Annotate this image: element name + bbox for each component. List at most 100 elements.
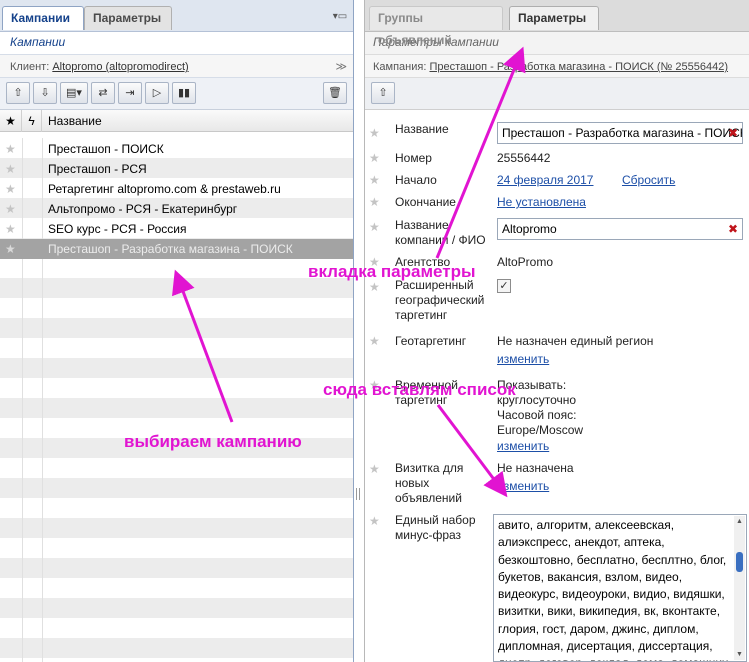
- play-button[interactable]: ▷: [145, 82, 169, 104]
- star-icon[interactable]: ★: [5, 199, 19, 219]
- panel-splitter[interactable]: [356, 488, 360, 500]
- star-icon[interactable]: ★: [369, 173, 380, 187]
- collapse-icon[interactable]: ≫: [335, 55, 347, 79]
- field-label: Название: [395, 122, 449, 136]
- table-row[interactable]: ★ Альтопромо - РСЯ - Екатеринбург: [0, 199, 353, 219]
- left-tabbar: Кампании Параметры ▾▭: [0, 0, 353, 32]
- geo-extended-checkbox[interactable]: ✓: [497, 279, 511, 293]
- right-tabbar: Группы объявлений Параметры: [365, 0, 749, 47]
- table-row[interactable]: ★ Престашоп - ПОИСК: [0, 139, 353, 159]
- scroll-up-icon[interactable]: ▲: [734, 516, 745, 527]
- field-label: Название компании / ФИО: [395, 218, 486, 247]
- clear-icon[interactable]: ✖: [728, 123, 738, 143]
- campaign-name: Альтопромо - РСЯ - Екатеринбург: [48, 202, 238, 216]
- geo-change-link[interactable]: изменить: [497, 352, 549, 367]
- field-number: ★ Номер 25556442: [365, 150, 749, 168]
- company-input-value: Altopromo: [502, 222, 557, 236]
- document-menu-button[interactable]: ▤▾: [60, 82, 88, 104]
- campaigns-panel: Кампании Параметры ▾▭ Кампании Клиент: A…: [0, 0, 354, 662]
- upload-button[interactable]: ⇧: [6, 82, 30, 104]
- minus-phrases-textarea[interactable]: авито, алгоритм, алексеевская, алиэкспре…: [493, 514, 747, 662]
- field-label: Единый набор минус-фраз: [395, 513, 476, 542]
- field-label: Геотаргетинг: [395, 334, 467, 348]
- agency-value: AltoPromo: [497, 255, 554, 269]
- grid-header: ★ ϟ Название: [0, 110, 353, 132]
- tab-ad-groups[interactable]: Группы объявлений: [369, 6, 503, 47]
- campaign-grid: ★ Престашоп - ПОИСК ★ Престашоп - РСЯ ★ …: [0, 138, 353, 662]
- star-icon[interactable]: ★: [369, 334, 380, 348]
- scroll-down-icon[interactable]: ▼: [734, 649, 745, 660]
- campaign-name: Престашоп - Разработка магазина - ПОИСК: [48, 242, 293, 256]
- campaign-name: Престашоп - ПОИСК: [48, 142, 164, 156]
- field-start: ★ Начало 24 февраля 2017 Сбросить: [365, 172, 749, 190]
- compare-button[interactable]: ⇄: [91, 82, 115, 104]
- lightning-icon: ϟ: [28, 114, 35, 128]
- name-input[interactable]: Престашоп - Разработка магазина - ПОИСК …: [497, 122, 743, 144]
- client-link[interactable]: Altopromo (altopromodirect): [52, 61, 188, 73]
- time-change-link[interactable]: изменить: [497, 439, 549, 454]
- star-icon[interactable]: ★: [5, 159, 19, 179]
- vcard-change-link[interactable]: изменить: [497, 479, 549, 494]
- upload-params-button[interactable]: ⇧: [371, 82, 395, 104]
- star-icon[interactable]: ★: [5, 139, 19, 159]
- vcard-value: Не назначена: [497, 461, 574, 475]
- download-button[interactable]: ⇩: [33, 82, 57, 104]
- field-label: Расширенный географический таргетинг: [395, 278, 485, 322]
- reset-link[interactable]: Сбросить: [622, 173, 675, 188]
- table-row[interactable]: ★ SEO курс - РСЯ - Россия: [0, 219, 353, 239]
- timezone-label: Часовой пояс:: [497, 408, 577, 422]
- client-label: Клиент:: [10, 61, 50, 73]
- field-minus-phrases: ★ Единый набор минус-фраз авито, алгорит…: [365, 512, 749, 662]
- star-icon[interactable]: ★: [369, 220, 380, 234]
- timezone-value: Europe/Moscow: [497, 423, 584, 437]
- star-icon[interactable]: ★: [5, 239, 19, 259]
- field-company: ★ Название компании / ФИО Altopromo ✖: [365, 218, 749, 250]
- table-row-selected[interactable]: ★ Престашоп - Разработка магазина - ПОИС…: [0, 239, 353, 259]
- campaign-row: Кампания: Престашоп - Разработка магазин…: [365, 54, 749, 78]
- delete-button[interactable]: 🗑: [323, 82, 347, 104]
- minus-phrases-text: авито, алгоритм, алексеевская, алиэкспре…: [498, 518, 731, 661]
- field-label: Номер: [395, 151, 432, 165]
- table-row[interactable]: ★ Ретаргетинг altopromo.com & prestaweb.…: [0, 179, 353, 199]
- field-vcard: ★ Визитка для новых объявлений Не назнач…: [365, 460, 749, 506]
- geo-value: Не назначен единый регион: [497, 334, 654, 348]
- table-row[interactable]: ★ Престашоп - РСЯ: [0, 159, 353, 179]
- campaign-link[interactable]: Престашоп - Разработка магазина - ПОИСК …: [429, 61, 728, 73]
- name-column-header[interactable]: Название: [42, 110, 354, 132]
- document-icon: ▤▾: [66, 87, 82, 99]
- clear-icon[interactable]: ✖: [728, 219, 738, 239]
- download-icon: ⇩: [40, 87, 50, 99]
- tab-campaigns[interactable]: Кампании: [2, 6, 84, 30]
- flash-column-header[interactable]: ϟ: [22, 110, 42, 132]
- tab-params[interactable]: Параметры: [509, 6, 599, 30]
- star-icon[interactable]: ★: [369, 462, 380, 476]
- star-icon[interactable]: ★: [369, 195, 380, 209]
- annotation-paste-list: сюда вставлям список: [323, 380, 516, 399]
- star-column-header[interactable]: ★: [0, 110, 22, 132]
- start-date-link[interactable]: 24 февраля 2017: [497, 173, 593, 188]
- company-input[interactable]: Altopromo ✖: [497, 218, 743, 240]
- campaign-name: Ретаргетинг altopromo.com & prestaweb.ru: [48, 182, 281, 196]
- star-icon[interactable]: ★: [369, 514, 380, 528]
- star-icon[interactable]: ★: [5, 179, 19, 199]
- end-date-link[interactable]: Не установлена: [497, 195, 586, 210]
- annotation-choose-campaign: выбираем кампанию: [124, 432, 302, 451]
- field-label: Визитка для новых объявлений: [395, 461, 464, 505]
- scroll-thumb[interactable]: [736, 552, 743, 572]
- field-name: ★ Название Престашоп - Разработка магази…: [365, 122, 749, 146]
- textarea-scrollbar[interactable]: ▲ ▼: [734, 516, 745, 660]
- panel-menu-icon[interactable]: ▾▭: [331, 10, 349, 24]
- tab-params-left[interactable]: Параметры: [84, 6, 172, 30]
- star-icon[interactable]: ★: [369, 280, 380, 294]
- star-icon[interactable]: ★: [369, 126, 380, 140]
- star-icon[interactable]: ★: [369, 151, 380, 165]
- import-button[interactable]: ⇥: [118, 82, 142, 104]
- stats-button[interactable]: ▮▮: [172, 82, 196, 104]
- compare-icon: ⇄: [98, 87, 108, 99]
- star-icon[interactable]: ★: [5, 219, 19, 239]
- campaign-label: Кампания:: [373, 61, 427, 73]
- field-geo: ★ Геотаргетинг Не назначен единый регион…: [365, 332, 749, 368]
- field-label: Начало: [395, 173, 437, 187]
- upload-icon: ⇧: [378, 87, 388, 99]
- campaign-toolbar: ⇧ ⇩ ▤▾ ⇄ ⇥ ▷ ▮▮ 🗑: [0, 78, 353, 110]
